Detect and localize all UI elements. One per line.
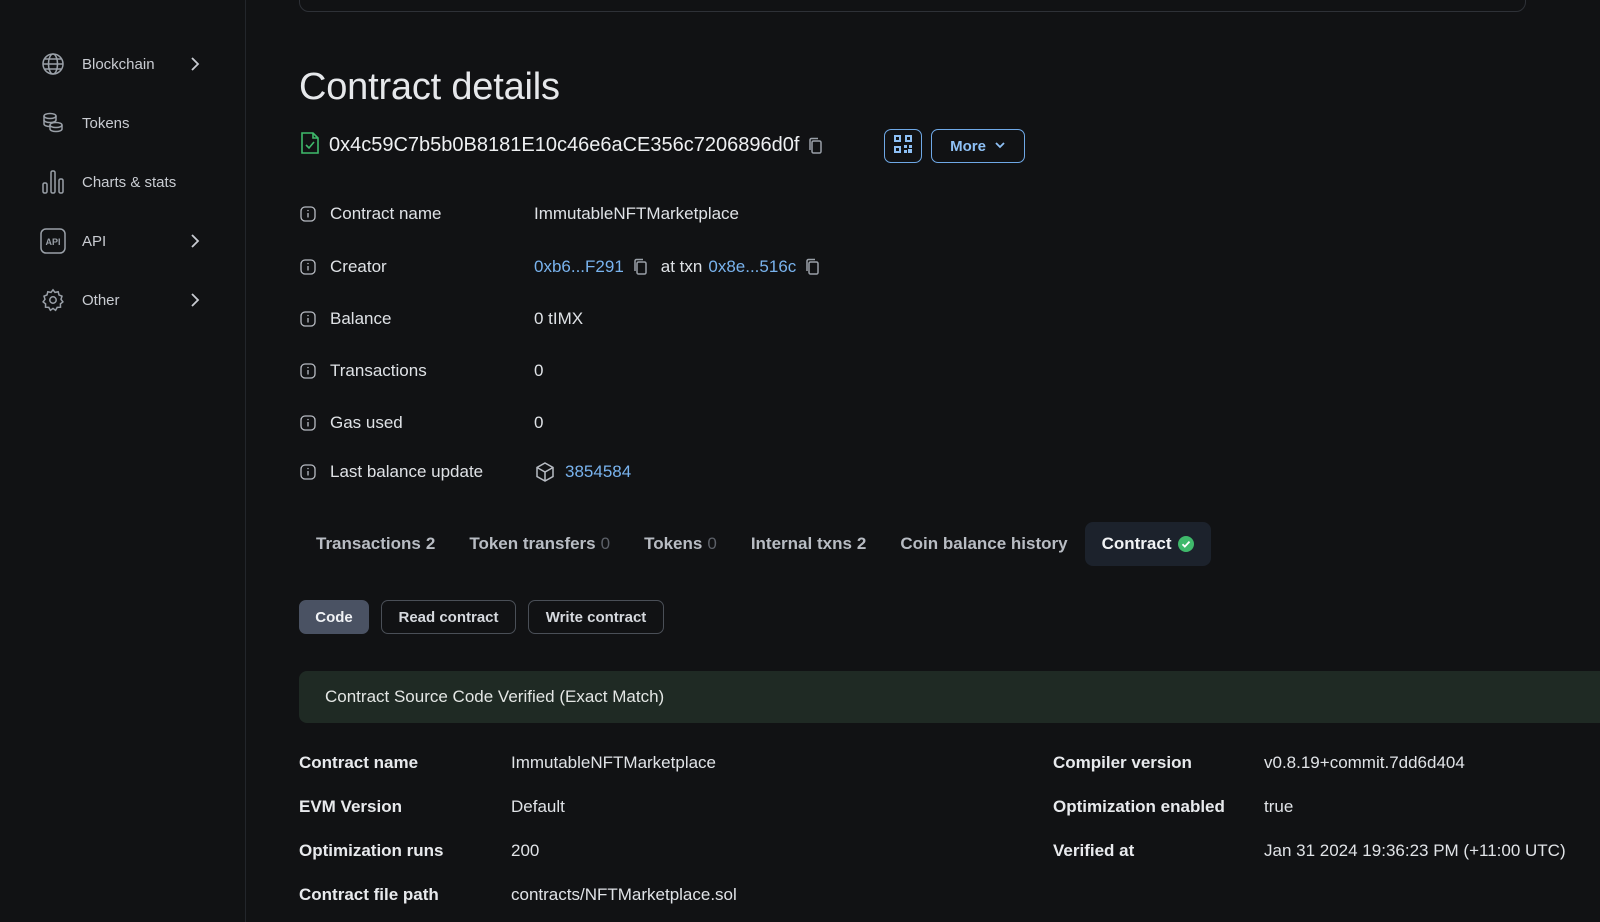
tab-count: 0 — [707, 534, 717, 553]
detail-creator-value: 0xb6...F291 at txn 0x8e...516c — [534, 255, 820, 279]
tab-label: Token transfers — [469, 534, 596, 553]
chevron-right-icon — [185, 290, 205, 314]
detail-last-balance-update-value: 3854584 — [534, 460, 631, 484]
detail-gas-used: Gas used — [300, 411, 403, 435]
tab-contract[interactable]: Contract — [1084, 522, 1211, 566]
info-icon[interactable] — [300, 206, 320, 222]
detail-balance: Balance — [300, 307, 391, 331]
copy-icon[interactable] — [804, 258, 820, 276]
detail-label: Balance — [330, 309, 392, 328]
sidebar-item-label: Blockchain — [82, 55, 155, 73]
detail-label: Contract name — [330, 204, 442, 223]
detail-transactions-value: 0 — [534, 361, 544, 380]
svg-text:API: API — [45, 237, 60, 247]
meta-label: Compiler version — [1053, 753, 1192, 772]
tab-count: 2 — [425, 534, 436, 553]
write-contract-button[interactable]: Write contract — [528, 600, 664, 634]
meta-value: contracts/NFTMarketplace.sol — [511, 885, 737, 904]
chevron-right-icon — [185, 54, 205, 78]
info-icon[interactable] — [300, 464, 320, 480]
tab-label: Tokens — [644, 534, 703, 553]
detail-creator: Creator — [300, 255, 387, 279]
detail-contract-name-value: ImmutableNFTMarketplace — [534, 204, 740, 223]
chevron-right-icon — [185, 231, 205, 255]
meta-label: Verified at — [1053, 841, 1135, 860]
meta-label: Optimization runs — [299, 841, 444, 860]
meta-label: Contract name — [299, 753, 419, 772]
detail-transactions: Transactions — [300, 359, 427, 383]
meta-value: true — [1264, 797, 1294, 816]
at-txn-label: at txn — [660, 257, 703, 276]
chevron-down-icon — [986, 138, 1006, 155]
detail-label: Last balance update — [330, 462, 484, 481]
sidebar-item-api[interactable]: API API — [40, 226, 205, 256]
sidebar-item-label: Tokens — [82, 114, 130, 132]
tab-count: 2 — [856, 534, 867, 553]
verified-banner: Contract Source Code Verified (Exact Mat… — [299, 671, 1600, 723]
verified-check-icon — [1177, 536, 1194, 552]
sidebar-item-other[interactable]: Other — [40, 285, 205, 315]
sidebar-item-charts-stats[interactable]: Charts & stats — [40, 167, 205, 197]
tab-transactions[interactable]: Transactions 2 — [299, 522, 452, 566]
info-icon[interactable] — [300, 415, 320, 431]
sidebar: Blockchain Tokens Charts & stats API API… — [0, 0, 246, 922]
detail-label: Creator — [330, 257, 387, 276]
verified-banner-text: Contract Source Code Verified (Exact Mat… — [325, 687, 665, 706]
tab-label: Coin balance history — [900, 534, 1068, 553]
qr-code-button[interactable] — [884, 129, 922, 163]
tab-label: Internal txns — [750, 534, 852, 553]
meta-value: Jan 31 2024 19:36:23 PM (+11:00 UTC) — [1264, 841, 1566, 860]
tab-coin-balance-history[interactable]: Coin balance history — [883, 522, 1084, 566]
detail-gas-used-value: 0 — [534, 413, 544, 432]
contract-address[interactable]: 0x4c59C7b5b0B8181E10c46e6aCE356c7206896d… — [329, 134, 799, 157]
block-number-link[interactable]: 3854584 — [565, 462, 631, 482]
creator-address-link[interactable]: 0xb6...F291 — [534, 257, 624, 277]
detail-last-balance-update: Last balance update — [300, 460, 483, 484]
top-card-border — [299, 0, 1526, 12]
tab-internal-txns[interactable]: Internal txns 2 — [734, 522, 884, 566]
qr-code-icon — [893, 134, 913, 159]
api-icon: API — [40, 228, 66, 254]
gear-icon — [40, 287, 66, 313]
sidebar-item-tokens[interactable]: Tokens — [40, 108, 205, 138]
meta-value: ImmutableNFTMarketplace — [511, 753, 717, 772]
read-contract-button[interactable]: Read contract — [381, 600, 516, 634]
sidebar-item-label: Charts & stats — [82, 173, 177, 191]
block-cube-icon — [534, 461, 556, 483]
meta-label: Contract file path — [299, 885, 439, 904]
detail-label: Transactions — [330, 361, 427, 380]
sidebar-item-label: Other — [82, 291, 120, 309]
tab-label: Transactions — [316, 534, 421, 553]
contract-address-row: 0x4c59C7b5b0B8181E10c46e6aCE356c7206896d… — [300, 131, 823, 160]
meta-value: Default — [511, 797, 565, 816]
sidebar-item-blockchain[interactable]: Blockchain — [40, 49, 205, 79]
meta-label: EVM Version — [299, 797, 402, 816]
meta-label: Optimization enabled — [1053, 797, 1225, 816]
globe-icon — [40, 51, 66, 77]
meta-value: 200 — [511, 841, 540, 860]
info-icon[interactable] — [300, 311, 320, 327]
tab-bar: Transactions 2 Token transfers 0 Tokens … — [299, 522, 1211, 566]
tab-tokens[interactable]: Tokens 0 — [627, 522, 734, 566]
meta-value: v0.8.19+commit.7dd6d404 — [1264, 753, 1465, 772]
info-icon[interactable] — [300, 363, 320, 379]
detail-label: Gas used — [330, 413, 403, 432]
copy-icon[interactable] — [807, 137, 823, 155]
coins-icon — [40, 110, 66, 136]
page-title: Contract details — [299, 66, 560, 108]
copy-icon[interactable] — [632, 258, 648, 276]
detail-contract-name: Contract name — [300, 202, 442, 226]
sidebar-item-label: API — [82, 232, 107, 250]
bar-chart-icon — [40, 169, 66, 195]
more-dropdown-button[interactable]: More — [931, 129, 1025, 163]
info-icon[interactable] — [300, 259, 320, 275]
tab-token-transfers[interactable]: Token transfers 0 — [452, 522, 627, 566]
tab-label: Contract — [1101, 534, 1172, 553]
more-label: More — [950, 137, 986, 155]
code-button[interactable]: Code — [299, 600, 369, 634]
contract-verified-file-icon — [300, 131, 320, 160]
creator-txn-link[interactable]: 0x8e...516c — [708, 257, 796, 277]
tab-count: 0 — [600, 534, 611, 553]
detail-balance-value: 0 tIMX — [534, 309, 584, 328]
